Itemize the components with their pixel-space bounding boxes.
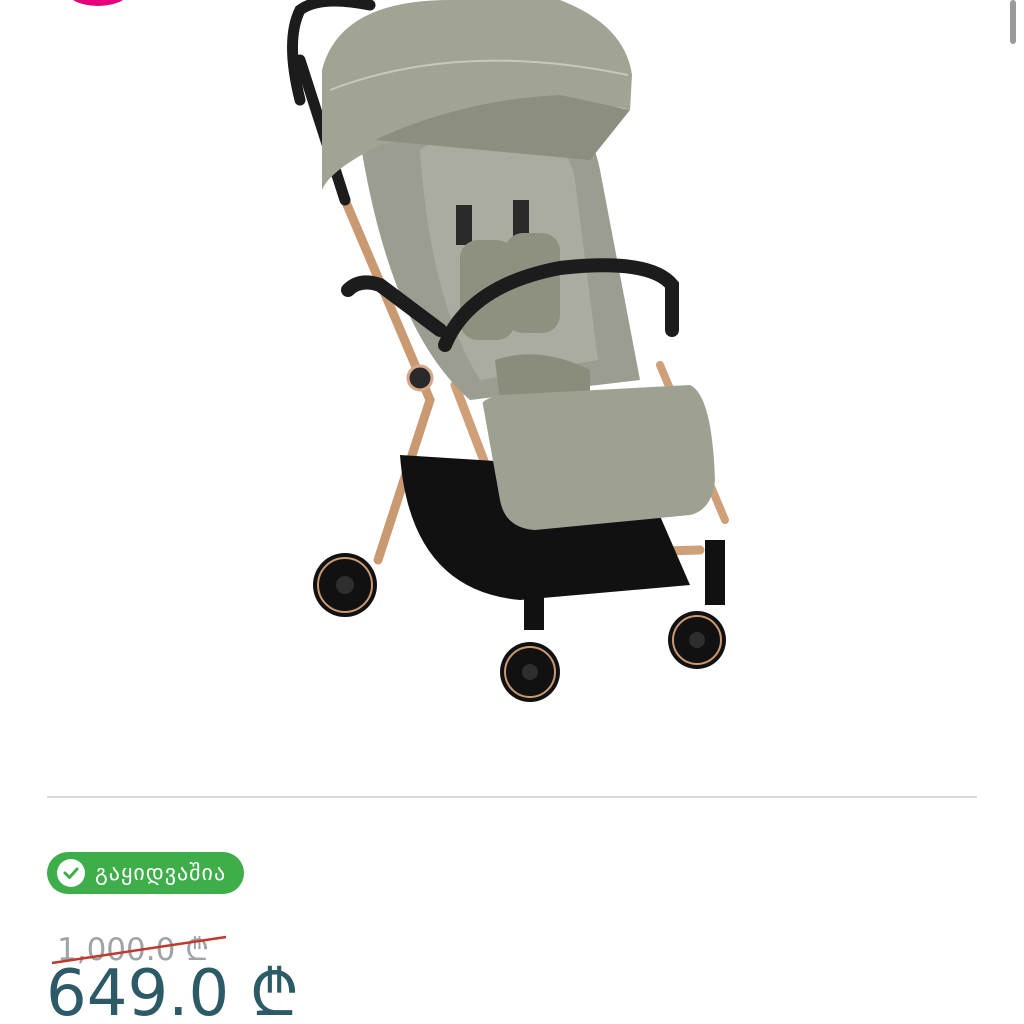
brand-logo[interactable] (62, 0, 134, 6)
current-price: 649.0 ₾ (46, 957, 299, 1024)
scrollbar[interactable] (1010, 0, 1016, 44)
check-circle-icon (57, 859, 85, 887)
status-label: გაყიდვაშია (95, 860, 227, 886)
product-image[interactable] (250, 0, 770, 730)
section-divider (47, 796, 977, 798)
product-page: გაყიდვაშია 1,000.0 ₾ 649.0 ₾ (0, 0, 1024, 1024)
status-badge: გაყიდვაშია (47, 852, 245, 894)
